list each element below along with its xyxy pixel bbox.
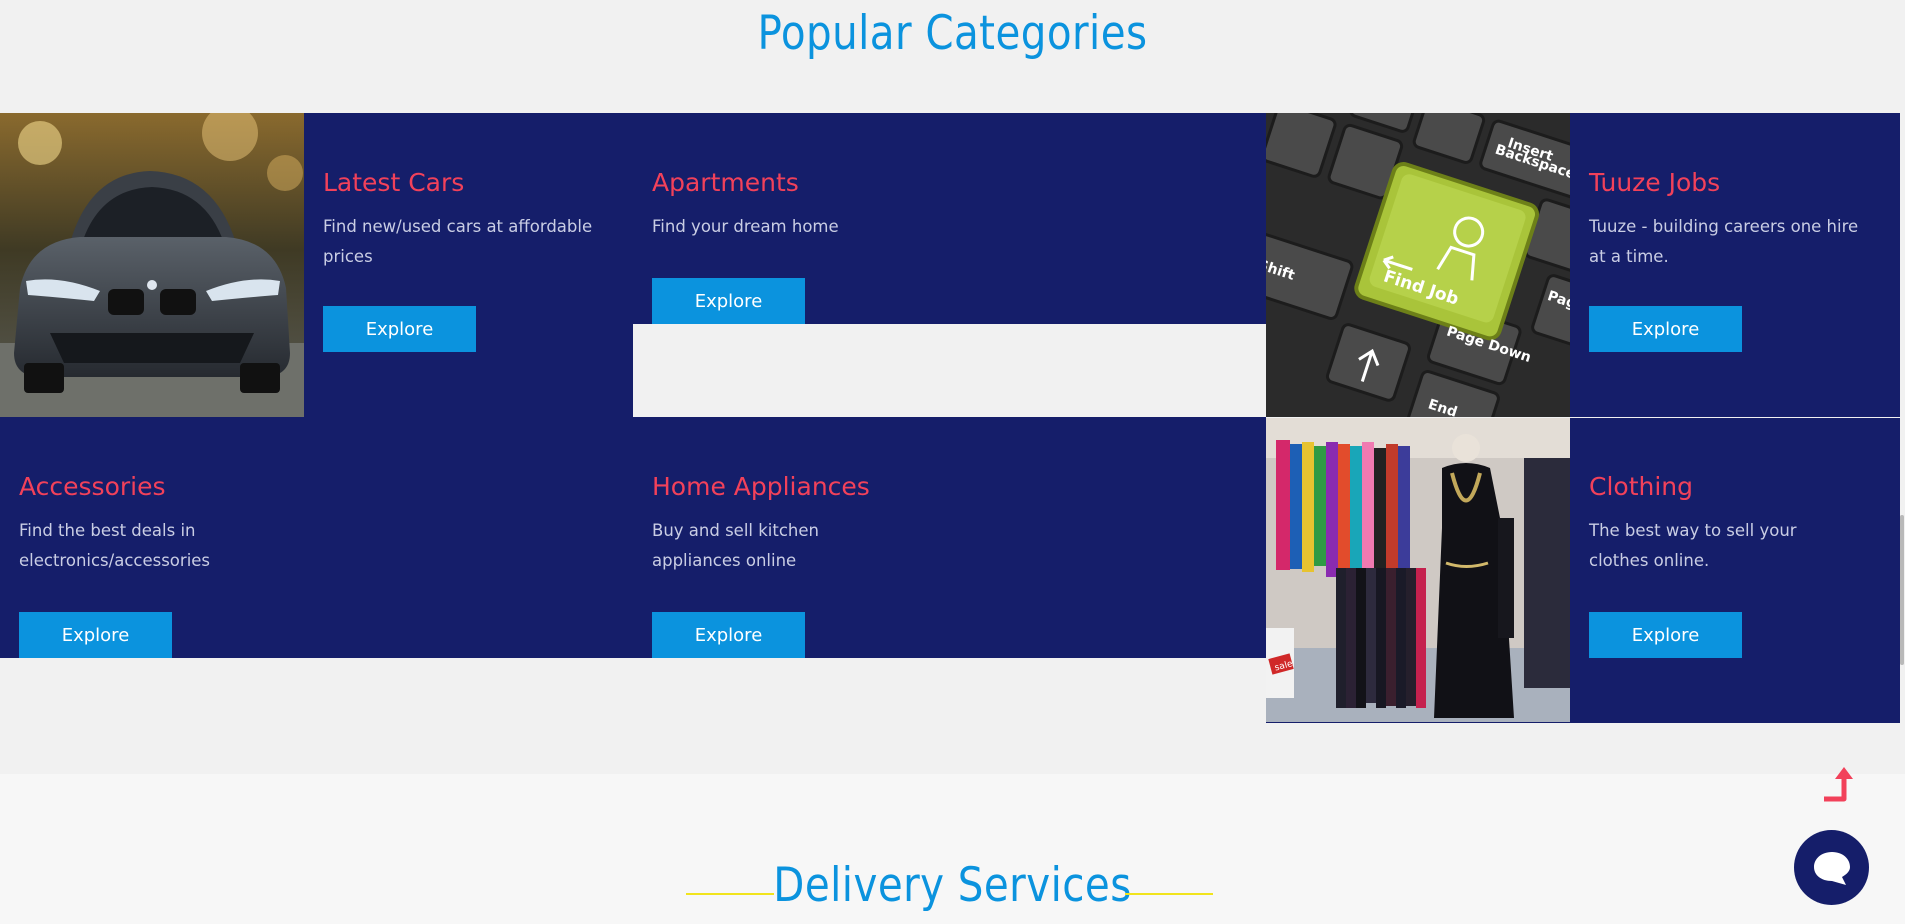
- clothing-store-photo: sale: [1266, 418, 1570, 722]
- explore-button[interactable]: Explore: [19, 612, 172, 658]
- arrow-up-icon[interactable]: [1818, 763, 1858, 805]
- popular-categories-title: Popular Categories: [757, 6, 1148, 61]
- chat-bubble-icon: [1813, 851, 1850, 885]
- category-description: Find new/used cars at affordable prices: [323, 217, 593, 266]
- title-divider-right: [1125, 893, 1213, 895]
- category-card-clothing: sale Clothing The best way to sell your …: [1266, 418, 1900, 723]
- category-description: The best way to sell your clothes online…: [1589, 521, 1797, 570]
- car-photo: [0, 113, 304, 417]
- chat-button[interactable]: [1794, 830, 1869, 905]
- explore-button[interactable]: Explore: [1589, 306, 1742, 352]
- category-title: Home Appliances: [652, 472, 870, 501]
- keyboard-photo: Find Job Insert Backspace Shift Page Up …: [1266, 113, 1570, 417]
- category-card-accessories: Accessories Find the best deals in elect…: [0, 417, 633, 658]
- category-title: Latest Cars: [323, 168, 465, 197]
- category-title: Clothing: [1589, 472, 1694, 501]
- category-description: Find the best deals in electronics/acces…: [19, 521, 211, 570]
- category-card-tuuze-jobs: Find Job Insert Backspace Shift Page Up …: [1266, 113, 1900, 417]
- explore-button[interactable]: Explore: [323, 306, 476, 352]
- category-title: Tuuze Jobs: [1589, 168, 1721, 197]
- category-card-latest-cars: Latest Cars Find new/used cars at afford…: [0, 113, 633, 417]
- category-card-apartments: Apartments Find your dream home Explore: [633, 113, 1266, 324]
- page-scrollbar-thumb[interactable]: [1900, 515, 1904, 665]
- category-description: Tuuze - building careers one hire at a t…: [1589, 217, 1859, 266]
- category-card-home-appliances: Home Appliances Buy and sell kitchen app…: [633, 417, 1266, 658]
- category-title: Accessories: [19, 472, 166, 501]
- category-description: Buy and sell kitchen appliances online: [652, 521, 819, 570]
- explore-button[interactable]: Explore: [652, 612, 805, 658]
- category-description: Find your dream home: [652, 217, 839, 236]
- category-title: Apartments: [652, 168, 799, 197]
- delivery-services-title: Delivery Services: [773, 858, 1132, 913]
- explore-button[interactable]: Explore: [1589, 612, 1742, 658]
- explore-button[interactable]: Explore: [652, 278, 805, 324]
